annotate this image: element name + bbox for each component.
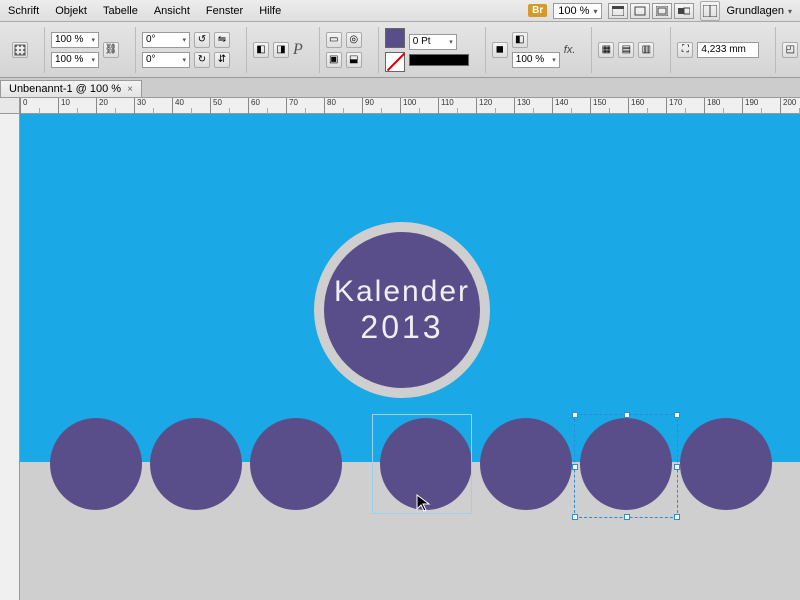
fit-content-button[interactable]: ▦ [598,42,614,58]
document-tab-bar: Unbenannt-1 @ 100 % × [0,78,800,98]
month-circle[interactable] [150,418,242,510]
stroke-weight-field[interactable]: 0 Pt▾ [409,34,457,50]
menubar: Schrift Objekt Tabelle Ansicht Fenster H… [0,0,800,22]
selection-box-a [372,414,472,514]
horizontal-ruler[interactable]: 0 10 20 30 40 50 60 70 80 90 100 110 120 130 140 150 160… [20,98,800,114]
document-canvas[interactable]: Kalender 2013 [20,114,800,600]
ruler-tick: 50 [210,98,222,114]
text-wrap-jump[interactable]: ⬓ [346,52,362,68]
ruler-tick: 90 [362,98,374,114]
flip-horizontal-button[interactable]: ⇋ [214,32,230,48]
rotate-ccw-button[interactable]: ↺ [194,32,210,48]
menu-fenster[interactable]: Fenster [198,5,251,17]
ruler-tick: 40 [172,98,184,114]
ruler-tick: 110 [438,98,454,114]
shear-field[interactable]: 0°▾ [142,52,190,68]
text-wrap-bounding[interactable]: ▣ [326,52,342,68]
menu-ansicht[interactable]: Ansicht [146,5,198,17]
constrain-scale-icon[interactable]: ⛓ [103,42,119,58]
view-mode-preview[interactable] [630,3,650,19]
measurement-field[interactable]: 4,233 mm [697,42,759,58]
stroke-style-picker[interactable] [409,54,469,66]
month-circle[interactable] [680,418,772,510]
document-tab-label: Unbenannt-1 @ 100 % [9,83,121,95]
opacity-field[interactable]: 100 %▾ [512,52,560,68]
view-mode-slug[interactable] [674,3,694,19]
stroke-swatch[interactable] [385,52,405,72]
workspace-picker[interactable]: Grundlagen [726,5,792,17]
ruler-tick: 140 [552,98,568,114]
ruler-tick: 150 [590,98,606,114]
opacity-icon: ◧ [512,32,528,48]
ruler-tick: 200 [780,98,796,114]
transform-button[interactable]: ⛶ [677,42,693,58]
title-circle[interactable]: Kalender 2013 [314,222,490,398]
month-circle[interactable] [250,418,342,510]
ruler-tick: 160 [628,98,644,114]
ruler-tick: 180 [704,98,720,114]
select-container-button[interactable]: ◧ [253,42,269,58]
menu-objekt[interactable]: Objekt [47,5,95,17]
screen-mode-group [608,3,694,19]
reference-point-proxy[interactable] [12,42,28,58]
rotate-cw-button[interactable]: ↻ [194,52,210,68]
ruler-tick: 20 [96,98,108,114]
bridge-button[interactable]: Br [528,4,547,17]
ruler-tick: 80 [324,98,336,114]
center-content-button[interactable]: ▥ [638,42,654,58]
drop-shadow-button[interactable]: ◼ [492,42,508,58]
effects-button[interactable]: fx. [564,44,576,56]
corner-options-button[interactable]: ◰ [782,42,798,58]
select-content-button[interactable]: ◨ [273,42,289,58]
control-bar: 100 %▾ 100 %▾ ⛓ 0°▾ 0°▾ ↺ ↻ ⇋ ⇵ ◧ ◨ P ▭ … [0,22,800,78]
ruler-tick: 10 [58,98,70,114]
fill-swatch[interactable] [385,28,405,48]
ruler-tick: 190 [742,98,758,114]
view-mode-normal[interactable] [608,3,628,19]
view-mode-bleed[interactable] [652,3,672,19]
selection-box-b[interactable] [574,414,678,518]
title-line2: 2013 [360,309,443,346]
ruler-tick: 100 [400,98,416,114]
paragraph-style-icon[interactable]: P [293,41,303,59]
scale-x-field[interactable]: 100 %▾ [51,32,99,48]
scale-y-field[interactable]: 100 %▾ [51,52,99,68]
ruler-tick: 70 [286,98,298,114]
menu-tabelle[interactable]: Tabelle [95,5,146,17]
ruler-tick: 30 [134,98,146,114]
ruler-tick: 0 [20,98,27,114]
vertical-ruler[interactable] [0,114,20,600]
ruler-tick: 120 [476,98,492,114]
close-tab-button[interactable]: × [127,84,133,95]
menu-hilfe[interactable]: Hilfe [251,5,289,17]
ruler-tick: 130 [514,98,530,114]
rotation-field[interactable]: 0°▾ [142,32,190,48]
arrange-documents-button[interactable] [700,1,720,21]
title-line1: Kalender [334,275,470,309]
text-wrap-shape[interactable]: ◎ [346,32,362,48]
text-wrap-none[interactable]: ▭ [326,32,342,48]
fit-frame-button[interactable]: ▤ [618,42,634,58]
zoom-level-field[interactable]: 100 % [553,3,602,19]
menu-schrift[interactable]: Schrift [0,5,47,17]
month-circle[interactable] [480,418,572,510]
flip-vertical-button[interactable]: ⇵ [214,52,230,68]
ruler-origin[interactable] [0,98,20,114]
ruler-tick: 60 [248,98,260,114]
month-circle[interactable] [50,418,142,510]
ruler-tick: 170 [666,98,682,114]
document-tab[interactable]: Unbenannt-1 @ 100 % × [0,80,142,97]
